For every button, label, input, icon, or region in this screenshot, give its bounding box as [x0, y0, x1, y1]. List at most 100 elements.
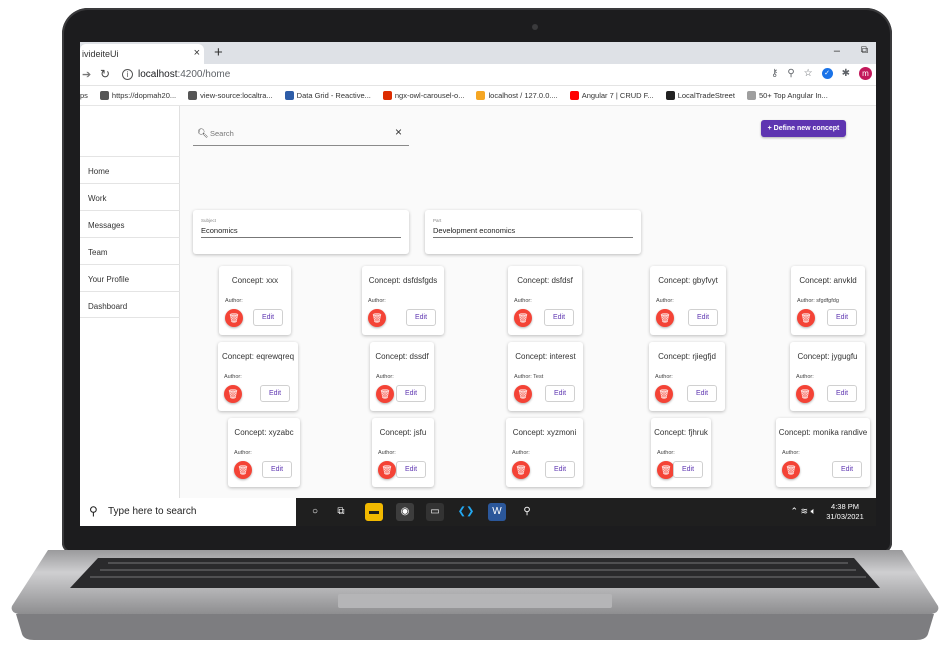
clear-search-icon[interactable]: × [395, 125, 402, 139]
delete-icon[interactable]: 🗑︎ [512, 461, 530, 479]
tab-title: ivideiteUi [82, 49, 119, 59]
key-icon[interactable]: ⚷ [771, 68, 778, 79]
minimize-icon[interactable]: – [834, 45, 840, 57]
chrome-icon[interactable]: ◉ [396, 503, 414, 521]
delete-icon[interactable]: 🗑︎ [368, 309, 386, 327]
part-label: Part [433, 218, 442, 223]
restore-icon[interactable]: ⧉ [861, 45, 868, 56]
task-view-icon[interactable]: ⧉ [332, 503, 350, 521]
edit-button[interactable]: Edit [253, 309, 283, 326]
star-icon[interactable]: ☆ [804, 68, 813, 79]
delete-icon[interactable]: 🗑︎ [225, 309, 243, 327]
concept-title: Concept: interest [515, 352, 576, 361]
edit-button[interactable]: Edit [396, 385, 426, 402]
edit-button[interactable]: Edit [673, 461, 703, 478]
edit-button[interactable]: Edit [832, 461, 862, 478]
bookmark-favicon-icon [569, 91, 579, 100]
sidebar-item-work[interactable]: Work [80, 183, 180, 210]
terminal-icon[interactable]: ▭ [426, 503, 444, 521]
bookmark-item[interactable]: ps [80, 91, 88, 100]
delete-icon[interactable]: 🗑︎ [234, 461, 252, 479]
word-icon[interactable]: W [488, 503, 506, 521]
bookmark-item[interactable]: Angular 7 | CRUD F... [569, 91, 654, 100]
subject-field[interactable]: Economics [201, 226, 238, 235]
delete-icon[interactable]: 🗑︎ [782, 461, 800, 479]
sidebar-item-dashboard[interactable]: Dashboard [80, 291, 180, 318]
extension-icon[interactable]: ✓ [821, 68, 833, 79]
delete-icon[interactable]: 🗑︎ [378, 461, 396, 479]
bookmark-item[interactable]: Data Grid - Reactive... [284, 91, 371, 100]
edit-button[interactable]: Edit [396, 461, 426, 478]
edit-button[interactable]: Edit [687, 385, 717, 402]
define-new-concept-button[interactable]: + Define new concept [761, 120, 846, 137]
sidebar-item-messages[interactable]: Messages [80, 210, 180, 237]
edit-button[interactable]: Edit [262, 461, 292, 478]
delete-icon[interactable]: 🗑︎ [224, 385, 242, 403]
system-tray-icons[interactable]: ⌃ ≋ 🔈︎ [791, 506, 816, 517]
taskbar-search-text: Type here to search [108, 506, 197, 517]
forward-icon[interactable]: ➔ [82, 68, 91, 81]
clock-date: 31/03/2021 [826, 512, 864, 521]
info-icon[interactable]: i [122, 69, 133, 80]
bookmark-favicon-icon [665, 91, 675, 100]
bookmark-item[interactable]: ngx-owl-carousel-o... [382, 91, 465, 100]
url-path: :4200/home [177, 69, 231, 80]
close-tab-icon[interactable]: × [194, 47, 200, 59]
url-field[interactable]: localhost:4200/home [138, 69, 230, 80]
webcam [532, 24, 538, 30]
search-box: 🔍︎ Search × [193, 118, 409, 146]
bookmark-item[interactable]: LocalTradeStreet [665, 91, 735, 100]
edit-button[interactable]: Edit [406, 309, 436, 326]
puzzle-icon[interactable]: ✱ [842, 68, 850, 79]
bookmark-item[interactable]: view-source:localtra... [188, 91, 273, 100]
delete-icon[interactable]: 🗑︎ [797, 309, 815, 327]
magnifier-icon[interactable]: ⚲ [518, 503, 536, 521]
bookmark-label: LocalTradeStreet [677, 91, 735, 100]
vscode-icon[interactable]: ❮❯ [457, 503, 475, 521]
cortana-icon[interactable]: ○ [306, 503, 324, 521]
clock[interactable]: 4:38 PM 31/03/2021 [820, 502, 870, 522]
delete-icon[interactable]: 🗑︎ [655, 385, 673, 403]
part-field[interactable]: Development economics [433, 226, 515, 235]
edit-button[interactable]: Edit [545, 385, 575, 402]
sidebar-item-home[interactable]: Home [80, 156, 180, 183]
concept-author: Author: [782, 450, 800, 456]
delete-icon[interactable]: 🗑︎ [514, 385, 532, 403]
concept-author: Author: [657, 450, 675, 456]
edit-button[interactable]: Edit [827, 385, 857, 402]
new-tab-icon[interactable]: + [214, 44, 223, 61]
edit-button[interactable]: Edit [688, 309, 718, 326]
taskbar-search[interactable]: ⚲ Type here to search [80, 498, 296, 526]
delete-icon[interactable]: 🗑︎ [376, 385, 394, 403]
concept-title: Concept: eqrewqreq [221, 352, 295, 361]
profile-avatar[interactable]: m [859, 67, 872, 80]
edit-button[interactable]: Edit [827, 309, 857, 326]
bookmark-item[interactable]: 50+ Top Angular In... [746, 91, 828, 100]
bookmark-favicon-icon [382, 91, 392, 100]
concept-title: Concept: anvkld [799, 276, 857, 285]
reload-icon[interactable]: ↻ [100, 67, 110, 81]
bookmark-item[interactable]: https://dopmah20... [99, 91, 176, 100]
edit-button[interactable]: Edit [545, 461, 575, 478]
delete-icon[interactable]: 🗑︎ [514, 309, 532, 327]
concept-title: Concept: gbyfvyt [658, 276, 718, 285]
browser-tab[interactable]: ivideiteUi × [80, 44, 204, 64]
bookmark-item[interactable]: localhost / 127.0.0.... [476, 91, 558, 100]
app-content: Home Work Messages Team Your Profile Dashboar… [80, 106, 876, 498]
bookmark-label: localhost / 127.0.0.... [488, 91, 558, 100]
edit-button[interactable]: Edit [544, 309, 574, 326]
search-input[interactable]: Search [210, 129, 234, 138]
delete-icon[interactable]: 🗑︎ [656, 309, 674, 327]
sidebar-item-your-profile[interactable]: Your Profile [80, 264, 180, 291]
delete-icon[interactable]: 🗑︎ [796, 385, 814, 403]
url-host: localhost [138, 69, 178, 80]
subject-label: Subject [201, 218, 217, 223]
address-bar-actions: ⚷ ⚲ ☆ ✓ ✱ m [771, 67, 872, 80]
file-explorer-icon[interactable]: ▬ [365, 503, 383, 521]
sidebar-item-team[interactable]: Team [80, 237, 180, 264]
bookmark-label: ngx-owl-carousel-o... [394, 91, 465, 100]
edit-button[interactable]: Edit [260, 385, 290, 402]
concept-card: Concept: dssdf Author: 🗑︎ Edit [370, 342, 434, 411]
subject-card: Subject Economics [193, 210, 409, 254]
zoom-icon[interactable]: ⚲ [787, 68, 794, 79]
